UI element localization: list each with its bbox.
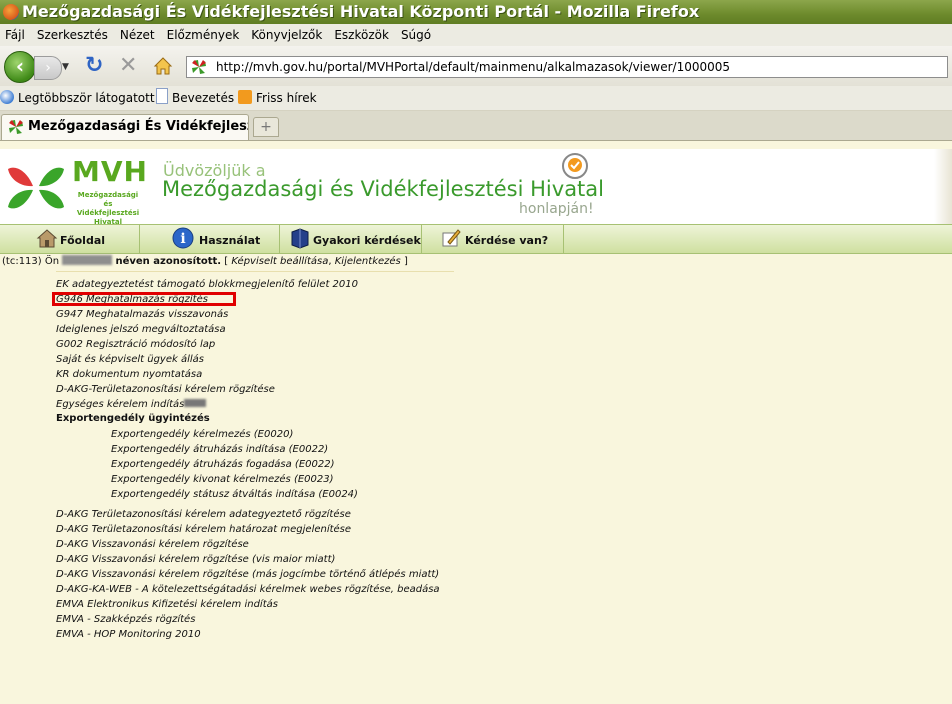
menu-help[interactable]: Súgó bbox=[396, 24, 438, 46]
bookmark-most-visited[interactable]: Legtöbbször látogatott bbox=[0, 86, 155, 110]
app-link[interactable]: G002 Regisztráció módosító lap bbox=[56, 338, 215, 352]
export-link[interactable]: Exportengedély átruházás indítása (E0022… bbox=[111, 443, 328, 457]
login-status: (tc:113) Ön néven azonosított. [ Képvise… bbox=[2, 255, 408, 267]
menu-edit[interactable]: Szerkesztés bbox=[32, 24, 115, 46]
site-nav: Főoldal i Használat Gyakori kérdések Kér… bbox=[0, 224, 952, 254]
rss-icon bbox=[238, 90, 252, 104]
app-link[interactable]: KR dokumentum nyomtatása bbox=[56, 368, 202, 382]
app-link[interactable]: D-AKG-Területazonosítási kérelem rögzíté… bbox=[56, 383, 275, 397]
navigation-toolbar: ‹ › ▼ ↻ ✕ http://mvh.gov.hu/portal/MVHPo… bbox=[0, 46, 952, 87]
new-tab-button[interactable]: + bbox=[253, 117, 279, 137]
export-link[interactable]: Exportengedély kérelmezés (E0020) bbox=[111, 428, 293, 442]
app-link[interactable]: D-AKG-KA-WEB - A kötelezettségátadási ké… bbox=[56, 583, 440, 597]
pencil-icon bbox=[442, 229, 461, 247]
app-link[interactable]: D-AKG Visszavonási kérelem rögzítése bbox=[56, 538, 249, 552]
most-visited-icon bbox=[0, 90, 14, 104]
export-link[interactable]: Exportengedély kivonat kérelmezés (E0023… bbox=[111, 473, 334, 487]
mvh-logo-icon[interactable] bbox=[6, 159, 66, 217]
login-suffix: néven azonosított. bbox=[115, 256, 222, 267]
book-icon bbox=[291, 228, 309, 249]
nav-faq[interactable]: Gyakori kérdések bbox=[280, 225, 422, 253]
nav-home[interactable]: Főoldal bbox=[0, 225, 140, 253]
firefox-icon bbox=[3, 4, 19, 20]
app-link[interactable]: D-AKG Visszavonási kérelem rögzítése (má… bbox=[56, 568, 439, 582]
url-text: http://mvh.gov.hu/portal/MVHPortal/defau… bbox=[216, 60, 731, 74]
nav-question-label: Kérdése van? bbox=[465, 234, 549, 247]
menu-file[interactable]: Fájl bbox=[0, 24, 32, 46]
info-icon: i bbox=[172, 227, 194, 249]
site-banner: MVH Mezőgazdasági és Vidékfejlesztési Hi… bbox=[0, 149, 952, 224]
app-link-unified-request[interactable]: Egységes kérelem indítás bbox=[56, 398, 207, 412]
tab-favicon-icon bbox=[9, 120, 23, 134]
tab-mvh-portal[interactable]: Mezőgazdasági És Vidékfejleszt... bbox=[1, 114, 249, 140]
app-link[interactable]: D-AKG Területazonosítási kérelem határoz… bbox=[56, 523, 351, 537]
nav-faq-label: Gyakori kérdések bbox=[313, 234, 421, 247]
back-button[interactable]: ‹ bbox=[4, 51, 36, 83]
app-link[interactable]: EMVA - HOP Monitoring 2010 bbox=[56, 628, 201, 642]
logout-link[interactable]: Kijelentkezés bbox=[335, 256, 401, 267]
sgs-certification-icon bbox=[562, 153, 588, 179]
bookmark-getting-started[interactable]: Bevezetés bbox=[156, 86, 234, 110]
represented-settings-link[interactable]: Képviselt beállítása bbox=[231, 256, 328, 267]
menu-view[interactable]: Nézet bbox=[115, 24, 162, 46]
nav-usage-label: Használat bbox=[199, 234, 261, 247]
export-section-heading: Exportengedély ügyintézés bbox=[56, 413, 210, 424]
app-link[interactable]: Ideiglenes jelszó megváltoztatása bbox=[56, 323, 226, 337]
app-link[interactable]: D-AKG Visszavonási kérelem rögzítése (vi… bbox=[56, 553, 335, 567]
nav-question[interactable]: Kérdése van? bbox=[422, 225, 564, 253]
app-link[interactable]: Saját és képviselt ügyek állás bbox=[56, 353, 204, 367]
bookmarks-toolbar: Legtöbbször látogatott Bevezetés Friss h… bbox=[0, 86, 952, 111]
app-link[interactable]: D-AKG Területazonosítási kérelem adategy… bbox=[56, 508, 351, 522]
app-link[interactable]: EK adategyeztetést támogató blokkmegjele… bbox=[56, 278, 358, 292]
menu-bar: Fájl Szerkesztés Nézet Előzmények Könyvjelző… bbox=[0, 24, 952, 46]
app-link[interactable]: EMVA - Szakképzés rögzítés bbox=[56, 613, 195, 627]
nav-home-label: Főoldal bbox=[60, 234, 106, 247]
page-icon bbox=[156, 88, 168, 104]
back-arrow-icon: ‹ bbox=[15, 54, 25, 78]
menu-history[interactable]: Előzmények bbox=[162, 24, 247, 46]
highlight-annotation bbox=[52, 292, 236, 306]
app-link[interactable]: EMVA Elektronikus Kifizetési kérelem ind… bbox=[56, 598, 278, 612]
export-link[interactable]: Exportengedély átruházás fogadása (E0022… bbox=[111, 458, 335, 472]
app-link[interactable]: G947 Meghatalmazás visszavonás bbox=[56, 308, 228, 322]
menu-bookmarks[interactable]: Könyvjelzők bbox=[246, 24, 329, 46]
forward-button[interactable]: › bbox=[34, 56, 62, 80]
banner-edge bbox=[934, 149, 952, 224]
export-link[interactable]: Exportengedély státusz átváltás indítása… bbox=[111, 488, 358, 502]
redacted-username bbox=[62, 255, 113, 265]
welcome-line-2: Mezőgazdasági és Vidékfejlesztési Hivata… bbox=[162, 177, 604, 201]
window-title: Mezőgazdasági És Vidékfejlesztési Hivata… bbox=[22, 2, 700, 21]
redacted-text bbox=[184, 399, 207, 407]
forward-arrow-icon: › bbox=[45, 60, 51, 76]
welcome-line-3: honlapján! bbox=[519, 201, 594, 217]
site-favicon-icon bbox=[192, 60, 206, 74]
stop-icon[interactable]: ✕ bbox=[119, 55, 141, 77]
house-icon bbox=[36, 229, 58, 248]
logo-subtitle: Mezőgazdasági és Vidékfejlesztési Hivata… bbox=[76, 191, 140, 224]
tab-label: Mezőgazdasági És Vidékfejleszt... bbox=[28, 119, 248, 134]
nav-usage[interactable]: i Használat bbox=[140, 225, 280, 253]
divider bbox=[56, 271, 454, 272]
window-titlebar: Mezőgazdasági És Vidékfejlesztési Hivata… bbox=[0, 0, 952, 24]
logo-text: MVH bbox=[72, 155, 148, 188]
svg-text:i: i bbox=[180, 231, 185, 247]
menu-tools[interactable]: Eszközök bbox=[329, 24, 396, 46]
address-bar[interactable]: http://mvh.gov.hu/portal/MVHPortal/defau… bbox=[186, 56, 948, 78]
page-content: MVH Mezőgazdasági és Vidékfejlesztési Hi… bbox=[0, 141, 952, 704]
bookmark-latest-headlines[interactable]: Friss hírek bbox=[238, 86, 317, 110]
reload-icon[interactable]: ↻ bbox=[85, 55, 107, 77]
home-icon[interactable] bbox=[152, 55, 174, 77]
history-dropdown-icon[interactable]: ▼ bbox=[62, 56, 74, 78]
tab-bar: Mezőgazdasági És Vidékfejleszt... + bbox=[0, 111, 952, 141]
